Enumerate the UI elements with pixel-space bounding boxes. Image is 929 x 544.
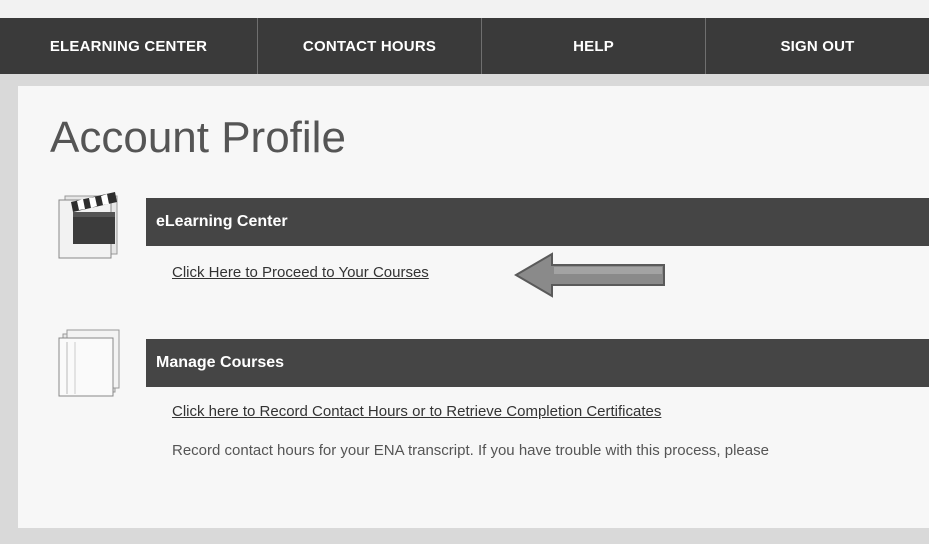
section-header-manage-courses: Manage Courses bbox=[146, 339, 929, 387]
record-contact-hours-link[interactable]: Click here to Record Contact Hours or to… bbox=[172, 403, 661, 420]
main-nav: ELEARNING CENTER CONTACT HOURS HELP SIGN… bbox=[0, 18, 929, 74]
book-icon bbox=[55, 326, 133, 400]
proceed-to-courses-link[interactable]: Click Here to Proceed to Your Courses bbox=[172, 264, 429, 281]
top-navigation-bar: ELEARNING CENTER CONTACT HOURS HELP SIGN… bbox=[0, 0, 929, 74]
clapperboard-icon bbox=[55, 186, 133, 260]
left-arrow-icon bbox=[512, 252, 668, 298]
top-strip bbox=[0, 0, 929, 18]
page-title: Account Profile bbox=[50, 113, 346, 162]
section-header-elearning-center: eLearning Center bbox=[146, 198, 929, 246]
manage-courses-description: Record contact hours for your ENA transc… bbox=[172, 442, 769, 459]
nav-sign-out[interactable]: SIGN OUT bbox=[706, 18, 929, 74]
nav-help[interactable]: HELP bbox=[482, 18, 706, 74]
nav-elearning-center[interactable]: ELEARNING CENTER bbox=[0, 18, 258, 74]
nav-contact-hours[interactable]: CONTACT HOURS bbox=[258, 18, 482, 74]
